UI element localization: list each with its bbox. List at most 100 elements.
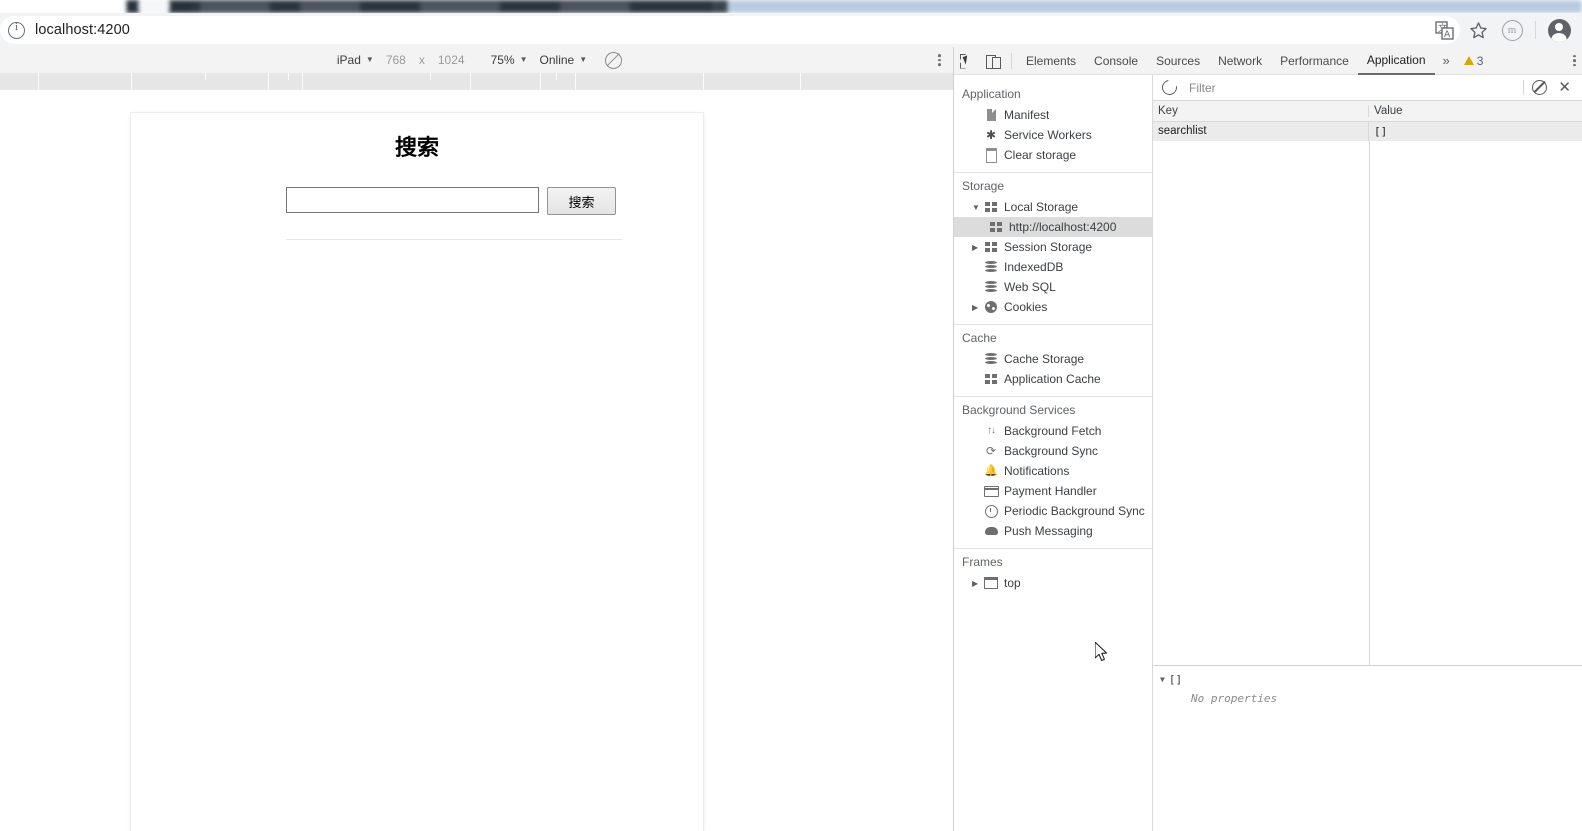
preview-value: [] <box>1168 673 1183 686</box>
page-title: 搜索 <box>394 136 439 161</box>
cookie-icon <box>983 301 999 313</box>
cell-value[interactable]: [] <box>1369 122 1582 141</box>
section-title-frames: Frames <box>962 555 1003 569</box>
address-bar[interactable]: localhost:4200 <box>0 16 1460 44</box>
twisty-expanded-icon[interactable]: ▼ <box>1160 675 1165 684</box>
translate-icon[interactable]: 文 A <box>1427 13 1461 47</box>
section-title-cache: Cache <box>962 331 997 345</box>
search-form: 搜索 <box>131 187 703 215</box>
inspect-element-icon[interactable] <box>954 49 980 73</box>
tabbar-divider <box>1011 52 1012 69</box>
grid-icon <box>983 242 999 252</box>
bookmark-star-icon[interactable] <box>1461 13 1495 47</box>
column-header-key[interactable]: Key <box>1153 105 1369 117</box>
extension-badge-icon[interactable]: m <box>1495 13 1529 47</box>
zoom-select[interactable]: 75% ▼ <box>485 53 534 67</box>
warning-triangle-icon <box>1463 56 1474 65</box>
local-storage-panel: ✕ Key Value searchlist [] ▼ <box>1153 75 1582 831</box>
bell-icon: 🔔 <box>984 464 998 477</box>
tab-console[interactable]: Console <box>1085 48 1147 74</box>
grid-icon <box>988 222 1004 232</box>
viewport-ruler <box>0 73 953 91</box>
throttling-select[interactable]: Online ▼ <box>534 53 594 67</box>
sidebar-item-local-storage[interactable]: ▼ Local Storage <box>954 197 1152 217</box>
tab-sources[interactable]: Sources <box>1147 48 1209 74</box>
sidebar-item-session-storage[interactable]: ▶ Session Storage <box>954 237 1152 257</box>
section-title-storage: Storage <box>962 179 1005 193</box>
sidebar-item-periodic-background-sync[interactable]: ▶ Periodic Background Sync <box>954 501 1152 521</box>
sidebar-item-background-sync[interactable]: ▶ ⟳ Background Sync <box>954 441 1152 461</box>
sidebar-item-application-cache[interactable]: ▶ Application Cache <box>954 369 1152 389</box>
rotate-icon[interactable] <box>605 51 623 69</box>
section-title-background-services: Background Services <box>962 403 1076 417</box>
clock-icon <box>983 504 999 518</box>
tab-blur-2 <box>300 2 360 12</box>
sidebar-item-push-messaging[interactable]: ▶ Push Messaging <box>954 521 1152 541</box>
tab-blur-1 <box>200 2 270 12</box>
sidebar-item-background-fetch[interactable]: ▶ ↑↓ Background Fetch <box>954 421 1152 441</box>
sidebar-item-localhost-origin[interactable]: http://localhost:4200 <box>954 217 1152 237</box>
frame-icon <box>983 577 999 589</box>
devtools-panel: Elements Console Sources Network Perform… <box>953 47 1582 831</box>
tab-elements[interactable]: Elements <box>1017 48 1085 74</box>
mouse-cursor <box>1094 641 1111 664</box>
toggle-device-toolbar-icon[interactable] <box>980 49 1006 73</box>
storage-table-header: Key Value <box>1153 101 1582 122</box>
database-icon <box>983 261 999 273</box>
close-x-icon[interactable]: ✕ <box>1558 80 1571 95</box>
browser-toolbar-actions: 文 A m <box>1427 13 1576 47</box>
tab-performance[interactable]: Performance <box>1271 48 1358 74</box>
sidebar-item-manifest[interactable]: ▶ Manifest <box>954 105 1152 125</box>
chevron-down-icon: ▼ <box>579 55 588 64</box>
twisty-collapsed-icon[interactable]: ▶ <box>972 579 982 588</box>
search-button[interactable]: 搜索 <box>547 187 616 215</box>
dimension-separator: x <box>418 53 425 67</box>
block-icon[interactable] <box>1532 80 1548 95</box>
tab-blur-4 <box>560 2 630 12</box>
storage-toolbar: ✕ <box>1153 75 1582 101</box>
search-input[interactable] <box>286 187 539 213</box>
grid-icon <box>983 374 999 384</box>
profile-avatar[interactable] <box>1542 13 1576 47</box>
device-emulation-toolbar: iPad ▼ 768 x 1024 75% ▼ Online ▼ <box>0 47 953 74</box>
toolbar-divider <box>1523 80 1525 95</box>
gear-icon: ✱ <box>985 128 997 142</box>
sidebar-item-web-sql[interactable]: ▶ Web SQL <box>954 277 1152 297</box>
column-header-value[interactable]: Value <box>1369 105 1582 117</box>
site-info-icon[interactable] <box>8 21 25 39</box>
refresh-icon[interactable] <box>1159 77 1180 98</box>
twisty-expanded-icon[interactable]: ▼ <box>972 203 982 212</box>
device-width-input[interactable]: 768 <box>380 53 412 67</box>
sidebar-item-cache-storage[interactable]: ▶ Cache Storage <box>954 349 1152 369</box>
filter-input[interactable] <box>1187 79 1516 96</box>
table-row[interactable]: searchlist [] <box>1153 122 1582 141</box>
cell-key[interactable]: searchlist <box>1153 122 1369 141</box>
devtools-main-menu-icon[interactable] <box>1573 54 1576 67</box>
tab-network[interactable]: Network <box>1209 48 1271 74</box>
application-sidebar: Application ▶ Manifest ▶ ✱ Service Worke… <box>954 75 1153 831</box>
section-title-application: Application <box>962 87 1021 101</box>
tab-blur-3 <box>420 2 500 12</box>
more-tabs-icon[interactable]: » <box>1435 53 1458 68</box>
preview-root[interactable]: ▼ [] <box>1160 673 1582 686</box>
sidebar-item-frame-top[interactable]: ▶ top <box>954 573 1152 593</box>
tab-application[interactable]: Application <box>1357 47 1435 75</box>
cloud-icon <box>983 527 999 535</box>
sidebar-item-service-workers[interactable]: ▶ ✱ Service Workers <box>954 125 1152 145</box>
twisty-collapsed-icon[interactable]: ▶ <box>972 243 982 252</box>
browser-toolbar: localhost:4200 <box>0 13 1582 48</box>
sidebar-item-indexeddb[interactable]: ▶ IndexedDB <box>954 257 1152 277</box>
sidebar-item-cookies[interactable]: ▶ Cookies <box>954 297 1152 317</box>
device-select[interactable]: iPad ▼ <box>331 53 380 67</box>
device-toolbar-menu-icon[interactable] <box>938 54 941 66</box>
sidebar-item-clear-storage[interactable]: ▶ Clear storage <box>954 145 1152 165</box>
svg-text:A: A <box>1444 30 1451 40</box>
twisty-collapsed-icon[interactable]: ▶ <box>972 303 982 312</box>
sidebar-item-payment-handler[interactable]: ▶ Payment Handler <box>954 481 1152 501</box>
warning-badge[interactable]: 3 <box>1458 54 1490 68</box>
sidebar-item-notifications[interactable]: ▶ 🔔 Notifications <box>954 461 1152 481</box>
device-height-input[interactable]: 1024 <box>432 53 471 67</box>
storage-table-empty-area <box>1153 141 1582 665</box>
browser-window: localhost:4200 文 A m iPad <box>0 0 1582 831</box>
sync-icon: ⟳ <box>985 444 997 458</box>
